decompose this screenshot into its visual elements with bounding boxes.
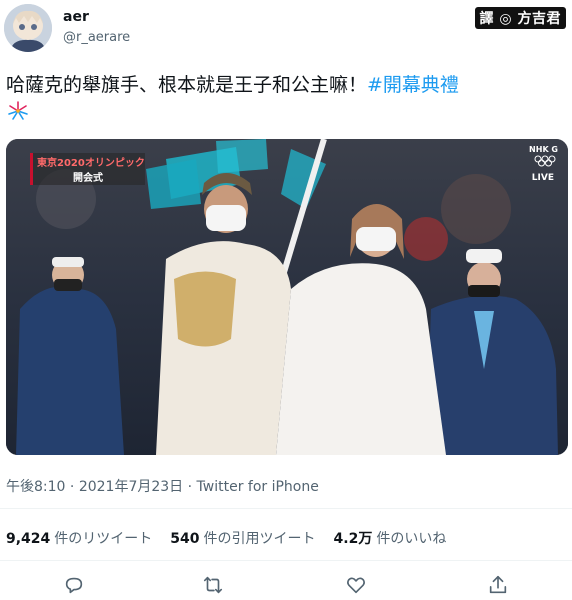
quotes-stat[interactable]: 540 件の引用ツイート: [170, 528, 315, 548]
tweet-time[interactable]: 午後8:10: [6, 479, 65, 495]
translator-watermark: 譯 ◎ 方吉君: [474, 7, 566, 29]
tweet-source[interactable]: Twitter for iPhone: [197, 479, 319, 495]
retweets-count: 9,424: [6, 531, 51, 547]
meta-separator: ·: [187, 479, 193, 495]
display-name[interactable]: aer: [63, 9, 89, 25]
broadcast-overlay: 東京2020オリンピック 開会式: [30, 153, 145, 185]
share-button[interactable]: [487, 574, 509, 596]
tweet-actions: [0, 570, 572, 599]
share-icon: [489, 575, 507, 594]
fireworks-emoji-icon: [6, 100, 36, 122]
tweet-text: 哈薩克的舉旗手、根本就是王子和公主嘛！#開幕典禮: [6, 72, 566, 98]
network-logo: NHK G: [529, 145, 558, 154]
quotes-count: 540: [170, 531, 200, 547]
retweet-button[interactable]: [202, 574, 224, 596]
tweet-media-photo[interactable]: 東京2020オリンピック 開会式 NHK G LIVE: [6, 139, 568, 455]
overlay-title: 東京2020オリンピック: [37, 158, 145, 169]
olympic-rings-icon: [534, 155, 556, 167]
reply-button[interactable]: [63, 574, 85, 596]
reply-icon: [65, 577, 83, 594]
avatar[interactable]: [4, 4, 52, 52]
tweet-date[interactable]: 2021年7月23日: [79, 479, 183, 495]
tweet-meta: 午後8:10 · 2021年7月23日 · Twitter for iPhone: [6, 476, 319, 496]
tweet-stats: 9,424 件のリツイート 540 件の引用ツイート 4.2万 件のいいね: [6, 528, 464, 548]
divider: [0, 560, 572, 561]
retweet-icon: [203, 576, 223, 594]
hashtag-link[interactable]: #開幕典禮: [367, 74, 459, 96]
retweets-label: 件のリツイート: [54, 531, 153, 547]
user-handle[interactable]: @r_aerare: [63, 30, 130, 45]
likes-stat[interactable]: 4.2万 件のいいね: [334, 528, 447, 548]
ceremony-photo: [6, 139, 568, 455]
like-button[interactable]: [345, 574, 367, 596]
meta-separator: ·: [69, 479, 75, 495]
tweet-body: 哈薩克的舉旗手、根本就是王子和公主嘛！: [6, 74, 368, 96]
overlay-subtitle: 開会式: [73, 173, 103, 184]
likes-count: 4.2万: [333, 531, 373, 547]
quotes-label: 件の引用ツイート: [203, 531, 316, 547]
tweet-header: aer @r_aerare 譯 ◎ 方吉君: [0, 0, 572, 60]
likes-label: 件のいいね: [376, 531, 447, 547]
like-icon: [347, 577, 365, 594]
divider: [0, 508, 572, 509]
retweets-stat[interactable]: 9,424 件のリツイート: [6, 528, 152, 548]
live-label: LIVE: [531, 173, 554, 183]
